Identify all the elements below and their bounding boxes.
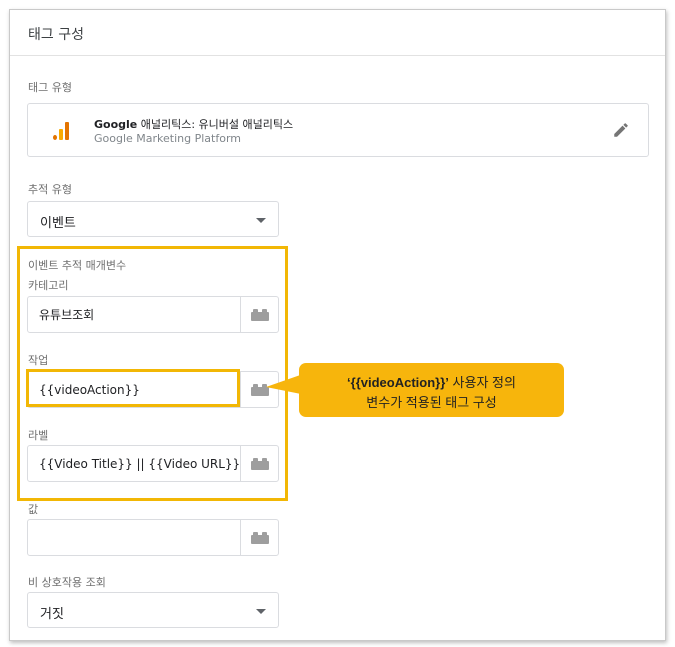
tag-type-label: 태그 유형 bbox=[28, 81, 72, 94]
label-field bbox=[27, 445, 279, 482]
track-type-value: 이벤트 bbox=[40, 216, 76, 231]
variable-picker-button[interactable] bbox=[241, 297, 278, 332]
brick-icon bbox=[250, 457, 269, 470]
tag-type-name: Google 애널리틱스: 유니버설 애널리틱스 bbox=[94, 118, 294, 131]
action-input-highlight bbox=[26, 369, 240, 407]
google-analytics-icon bbox=[52, 120, 72, 140]
variable-picker-button[interactable] bbox=[241, 520, 278, 555]
label-input[interactable] bbox=[28, 446, 240, 481]
value-input[interactable] bbox=[28, 520, 240, 555]
callout-annotation: ‘{{videoAction}}’ 사용자 정의 변수가 적용된 태그 구성 bbox=[299, 363, 564, 417]
tag-type-card[interactable]: Google 애널리틱스: 유니버설 애널리틱스 Google Marketin… bbox=[27, 103, 649, 157]
non-interaction-value: 거짓 bbox=[40, 607, 64, 622]
action-label: 작업 bbox=[28, 354, 49, 367]
track-type-select[interactable]: 이벤트 bbox=[27, 201, 279, 237]
tag-type-platform: Google Marketing Platform bbox=[94, 132, 241, 145]
panel-title: 태그 구성 bbox=[28, 27, 84, 43]
chevron-down-icon bbox=[256, 609, 266, 614]
non-interaction-select[interactable]: 거짓 bbox=[27, 592, 279, 628]
variable-picker-button[interactable] bbox=[241, 446, 278, 481]
value-label: 값 bbox=[28, 503, 39, 516]
callout-line2: 변수가 적용된 태그 구성 bbox=[366, 395, 497, 410]
tag-configuration-panel: 태그 구성 태그 유형 Google 애널리틱스: 유니버설 애널리틱스 Goo… bbox=[9, 9, 666, 641]
panel-header: 태그 구성 bbox=[10, 10, 665, 56]
callout-line1: ‘{{videoAction}}’ 사용자 정의 bbox=[347, 375, 516, 390]
brick-icon bbox=[250, 308, 269, 321]
brick-icon bbox=[250, 531, 269, 544]
category-field bbox=[27, 296, 279, 333]
event-params-label: 이벤트 추적 매개변수 bbox=[28, 259, 127, 272]
non-interaction-label: 비 상호작용 조회 bbox=[28, 576, 106, 589]
pencil-icon[interactable] bbox=[612, 121, 630, 139]
chevron-down-icon bbox=[256, 218, 266, 223]
track-type-label: 추적 유형 bbox=[28, 183, 72, 196]
value-field bbox=[27, 519, 279, 556]
category-label: 카테고리 bbox=[28, 279, 69, 292]
label-label: 라벨 bbox=[28, 429, 49, 442]
category-input[interactable] bbox=[28, 297, 240, 332]
